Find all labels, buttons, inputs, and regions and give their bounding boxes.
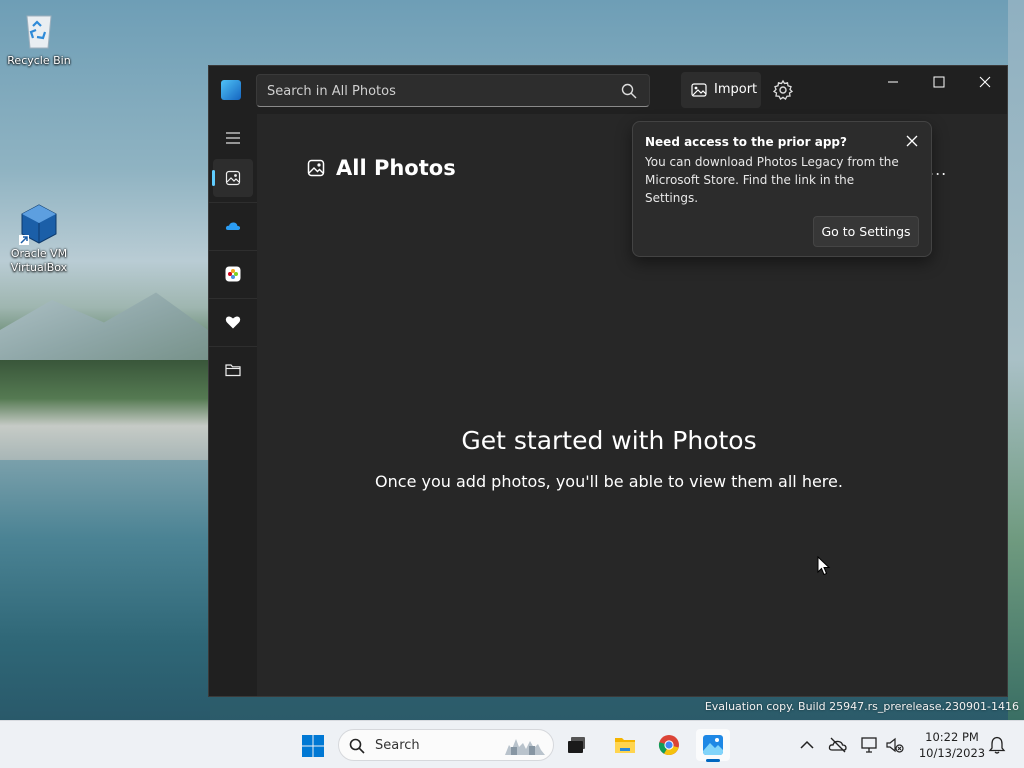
nav-divider (209, 298, 257, 299)
wallpaper-right-edge (1008, 0, 1024, 720)
close-icon (979, 76, 991, 88)
taskbar-search-label: Search (375, 738, 420, 753)
import-label: Import (714, 82, 758, 97)
favorites-heart-icon (225, 316, 241, 329)
clock-date: 10/13/2023 (918, 746, 986, 760)
taskbar-search-box[interactable]: Search (338, 729, 554, 761)
import-icon (691, 83, 707, 97)
wallpaper-lake (0, 460, 210, 720)
photos-app-icon (221, 80, 241, 100)
network-icon[interactable] (860, 735, 880, 755)
icloud-photos-icon (225, 266, 241, 282)
search-highlight-icon (505, 739, 545, 755)
search-box[interactable] (256, 74, 650, 107)
wallpaper-shore (0, 360, 210, 470)
nav-divider (209, 202, 257, 203)
photos-taskbar-button[interactable] (696, 729, 730, 762)
notification-bell-icon[interactable] (987, 735, 1007, 755)
empty-state-title: Get started with Photos (461, 426, 757, 455)
taskbar: Search 10:22 PM 10/13/2023 (0, 720, 1024, 768)
onedrive-icon (225, 222, 241, 230)
evaluation-watermark: Evaluation copy. Build 25947.rs_prerelea… (704, 700, 1019, 713)
nav-menu-button[interactable] (213, 119, 253, 157)
nav-sidebar (209, 114, 257, 696)
show-hidden-icons-chevron-up-icon[interactable] (797, 735, 817, 755)
tip-close-icon[interactable] (903, 132, 921, 150)
photos-app-icon (703, 735, 723, 755)
search-icon (349, 738, 365, 754)
onedrive-offline-icon[interactable] (828, 735, 848, 755)
task-view-button[interactable] (561, 729, 595, 761)
taskbar-clock[interactable]: 10:22 PM 10/13/2023 (912, 729, 992, 761)
teaching-tip-popup: Need access to the prior app? You can do… (632, 121, 932, 257)
nav-item-folders[interactable] (213, 351, 253, 389)
nav-item-icloud-photos[interactable] (213, 255, 253, 293)
chrome-button[interactable] (652, 729, 686, 761)
minimize-icon (888, 81, 898, 83)
settings-gear-icon[interactable] (771, 78, 795, 102)
nav-divider (209, 346, 257, 347)
nav-item-favorites[interactable] (213, 303, 253, 341)
search-input[interactable] (267, 81, 607, 101)
hamburger-menu-icon (226, 132, 240, 144)
close-window-button[interactable] (963, 70, 1007, 94)
maximize-icon (933, 76, 945, 88)
virtualbox-icon (19, 203, 59, 245)
import-button[interactable]: Import (681, 72, 761, 108)
file-explorer-icon (615, 738, 635, 753)
tip-title: Need access to the prior app? (645, 135, 847, 149)
volume-muted-icon[interactable] (885, 735, 905, 755)
page-title-photos-icon (307, 159, 325, 177)
maximize-button[interactable] (917, 70, 961, 94)
desktop-icon-recycle-bin[interactable]: Recycle Bin (1, 10, 77, 68)
search-icon[interactable] (621, 83, 637, 99)
desktop-icon-virtualbox[interactable]: Oracle VM VirtualBox (1, 203, 77, 275)
go-to-settings-button[interactable]: Go to Settings (813, 216, 919, 247)
page-title: All Photos (336, 156, 456, 180)
task-view-icon (568, 737, 585, 753)
clock-time: 10:22 PM (925, 730, 979, 744)
minimize-button[interactable] (871, 70, 915, 94)
mouse-cursor-icon (817, 556, 831, 576)
nav-divider (209, 250, 257, 251)
all-photos-icon (225, 170, 241, 186)
desktop-icon-label: Recycle Bin (7, 54, 71, 67)
recycle-bin-icon (19, 10, 59, 50)
tip-body: You can download Photos Legacy from the … (645, 155, 899, 205)
empty-state-subtitle: Once you add photos, you'll be able to v… (375, 472, 843, 491)
title-bar: Import (209, 66, 1007, 114)
folder-icon (225, 364, 241, 377)
start-button[interactable] (295, 729, 329, 761)
windows-logo-icon (302, 735, 324, 757)
nav-item-all-photos[interactable] (212, 159, 253, 197)
desktop-icon-label: Oracle VM VirtualBox (10, 247, 68, 274)
file-explorer-button[interactable] (608, 729, 642, 761)
nav-item-onedrive[interactable] (213, 207, 253, 245)
chrome-icon (658, 735, 679, 755)
